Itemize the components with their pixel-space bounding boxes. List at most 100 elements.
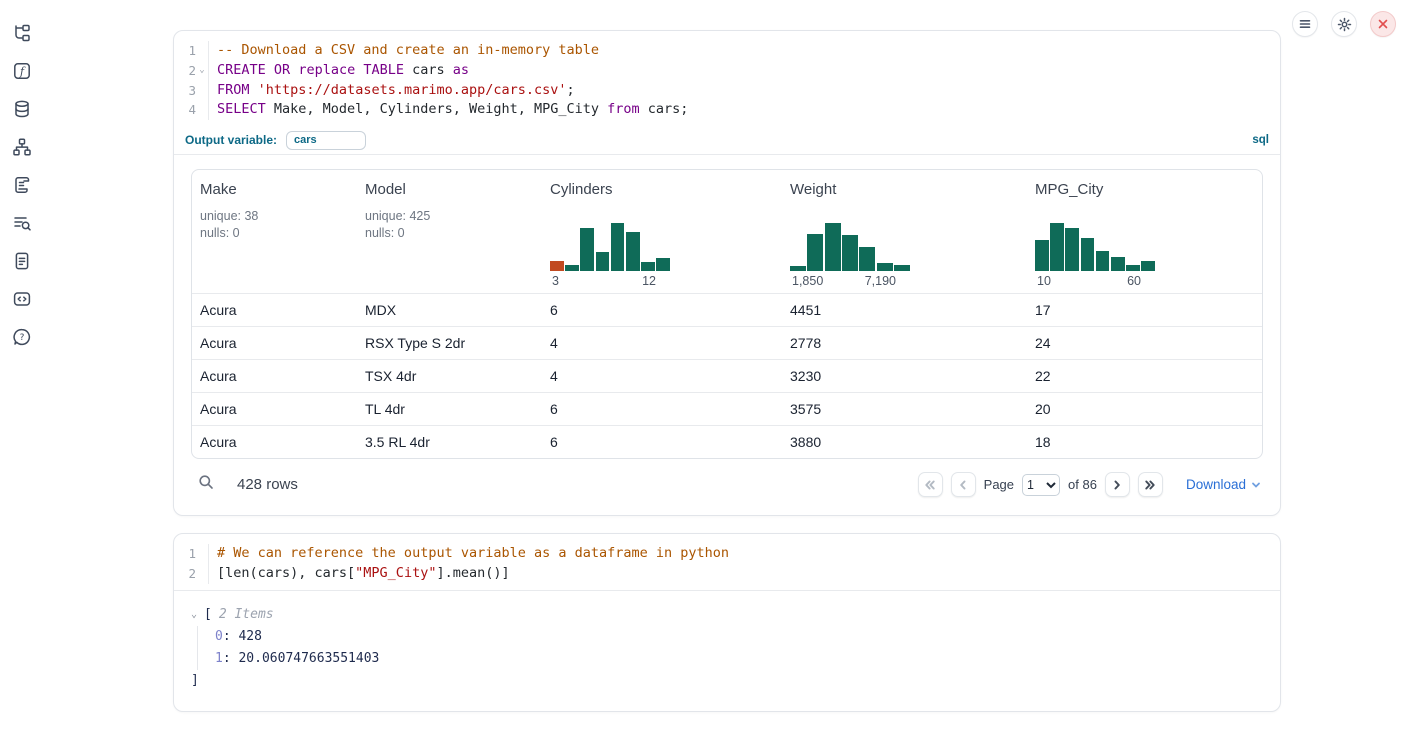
menu-icon[interactable]: [1292, 11, 1318, 37]
histogram-bar: [859, 247, 875, 271]
cylinders-histogram[interactable]: 3 12: [550, 219, 670, 293]
output-variable-row: Output variable: sql: [174, 126, 1280, 155]
page-select[interactable]: 1: [1022, 474, 1060, 496]
table-cell: Acura: [192, 335, 357, 351]
code-line[interactable]: -- Download a CSV and create an in-memor…: [208, 41, 1280, 61]
page-label: Page: [984, 477, 1014, 492]
table-cell: TL 4dr: [357, 401, 542, 417]
output-variable-input[interactable]: [286, 131, 366, 150]
sql-output-area: Make unique: 38 nulls: 0 Model unique: 4…: [174, 155, 1280, 497]
fold-gutter: [196, 544, 208, 564]
outline-icon[interactable]: [11, 174, 33, 196]
histogram-bar: [894, 265, 910, 271]
table-cell: 2778: [782, 335, 1027, 351]
table-cell: RSX Type S 2dr: [357, 335, 542, 351]
fold-gutter: [196, 100, 208, 120]
sql-code-editor[interactable]: 1 -- Download a CSV and create an in-memo…: [174, 31, 1280, 126]
code-line[interactable]: CREATE OR replace TABLE cars as: [208, 61, 1280, 81]
table-cell: 18: [1027, 434, 1262, 450]
data-table-panel: Make unique: 38 nulls: 0 Model unique: 4…: [191, 169, 1263, 459]
table-cell: 3.5 RL 4dr: [357, 434, 542, 450]
column-stats-make: unique: 38 nulls: 0: [200, 208, 357, 241]
histogram-bar: [596, 252, 610, 271]
fold-gutter: [196, 564, 208, 584]
histogram-bar: [550, 261, 564, 271]
table-cell: 24: [1027, 335, 1262, 351]
column-header-cylinders[interactable]: Cylinders: [550, 181, 782, 198]
first-page-button[interactable]: [918, 472, 943, 497]
pagination: Page 1 of 86 Download: [918, 472, 1261, 497]
table-cell: TSX 4dr: [357, 368, 542, 384]
next-page-button[interactable]: [1105, 472, 1130, 497]
tree-entry: 0: 428: [215, 626, 1264, 648]
code-line[interactable]: # We can reference the output variable a…: [208, 544, 1280, 564]
line-number: 2: [174, 61, 196, 81]
table-header: Make unique: 38 nulls: 0 Model unique: 4…: [192, 170, 1262, 293]
sql-cell: 1 -- Download a CSV and create an in-memo…: [173, 30, 1281, 516]
settings-gear-icon[interactable]: [1331, 11, 1357, 37]
histogram-bar: [1096, 251, 1110, 271]
file-tree-icon[interactable]: [11, 22, 33, 44]
documentation-icon[interactable]: [11, 250, 33, 272]
table-cell: 6: [542, 434, 782, 450]
table-row[interactable]: AcuraTL 4dr6357520: [192, 392, 1262, 425]
table-cell: MDX: [357, 302, 542, 318]
svg-text:f: f: [19, 65, 26, 78]
fold-chevron-icon[interactable]: ⌄: [196, 61, 208, 81]
table-footer: 428 rows Page 1 of 86: [191, 459, 1263, 497]
mpg-city-histogram[interactable]: 10 60: [1035, 219, 1155, 293]
fold-gutter: [196, 41, 208, 61]
histogram-bar: [580, 228, 594, 271]
histogram-bar: [877, 263, 893, 271]
histogram-bar: [1141, 261, 1155, 271]
top-right-controls: [1292, 11, 1396, 37]
column-header-model[interactable]: Model: [365, 181, 542, 198]
datasources-icon[interactable]: [11, 98, 33, 120]
histogram-bar: [1081, 238, 1095, 271]
tree-collapse-icon[interactable]: ⌄: [191, 604, 204, 626]
table-row[interactable]: AcuraMDX6445117: [192, 293, 1262, 326]
tree-close-bracket: ]: [191, 670, 1264, 692]
variables-icon[interactable]: f: [11, 60, 33, 82]
snippets-icon[interactable]: [11, 288, 33, 310]
table-cell: Acura: [192, 368, 357, 384]
output-variable-label: Output variable:: [185, 133, 277, 147]
weight-histogram[interactable]: 1,850 7,190: [790, 219, 910, 293]
histogram-bar: [565, 265, 579, 271]
column-header-weight[interactable]: Weight: [790, 181, 1027, 198]
download-button[interactable]: Download: [1186, 477, 1261, 492]
table-cell: Acura: [192, 401, 357, 417]
previous-page-button[interactable]: [951, 472, 976, 497]
table-cell: 3230: [782, 368, 1027, 384]
table-row[interactable]: AcuraRSX Type S 2dr4277824: [192, 326, 1262, 359]
dependencies-icon[interactable]: [11, 136, 33, 158]
line-number: 1: [174, 41, 196, 61]
table-cell: Acura: [192, 434, 357, 450]
histogram-bar: [656, 258, 670, 271]
column-header-make[interactable]: Make: [200, 181, 357, 198]
shutdown-close-icon[interactable]: [1370, 11, 1396, 37]
column-header-mpg-city[interactable]: MPG_City: [1035, 181, 1262, 198]
left-sidebar: f ?: [0, 0, 44, 729]
table-row[interactable]: AcuraTSX 4dr4323022: [192, 359, 1262, 392]
table-body: AcuraMDX6445117AcuraRSX Type S 2dr427782…: [192, 293, 1262, 458]
line-number: 3: [174, 81, 196, 101]
table-row[interactable]: Acura3.5 RL 4dr6388018: [192, 425, 1262, 458]
code-line[interactable]: [len(cars), cars["MPG_City"].mean()]: [208, 564, 1280, 584]
logs-icon[interactable]: [11, 212, 33, 234]
histogram-bar: [842, 235, 858, 271]
python-code-editor[interactable]: 1 # We can reference the output variable …: [174, 534, 1280, 591]
help-icon[interactable]: ?: [11, 326, 33, 348]
line-number: 1: [174, 544, 196, 564]
histogram-bar: [1065, 228, 1079, 271]
table-cell: 20: [1027, 401, 1262, 417]
table-cell: Acura: [192, 302, 357, 318]
last-page-button[interactable]: [1138, 472, 1163, 497]
search-icon[interactable]: [198, 474, 214, 495]
code-line[interactable]: FROM 'https://datasets.marimo.app/cars.c…: [208, 81, 1280, 101]
histogram-bar: [807, 234, 823, 271]
row-count: 428 rows: [237, 476, 298, 493]
table-cell: 22: [1027, 368, 1262, 384]
tree-entry: 1: 20.060747663551403: [215, 648, 1264, 670]
code-line[interactable]: SELECT Make, Model, Cylinders, Weight, M…: [208, 100, 1280, 120]
